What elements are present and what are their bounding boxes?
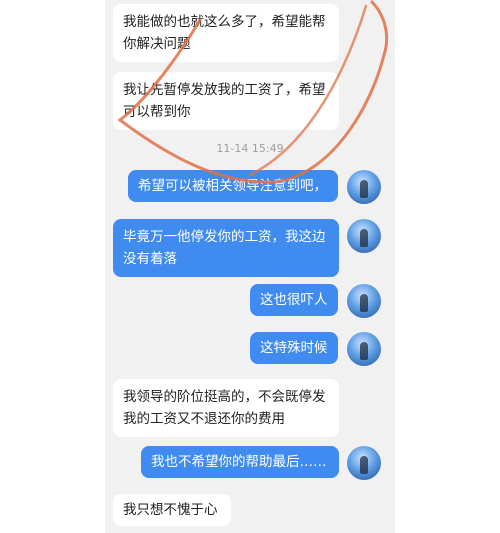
message-received: 我能做的也就这么多了，希望能帮你解决问题	[113, 4, 339, 62]
timestamp: 11-14 15:49	[216, 142, 284, 155]
avatar[interactable]	[347, 332, 381, 366]
message-received: 我领导的阶位挺高的，不会既停发我的工资又不退还你的费用	[113, 379, 339, 437]
avatar[interactable]	[347, 284, 381, 318]
message-received: 我只想不愧于心	[113, 494, 231, 526]
message-received: 我让先暂停发放我的工资了，希望可以帮到你	[113, 72, 339, 130]
message-sent: 这也很吓人	[250, 284, 338, 316]
message-sent: 毕竟万一他停发你的工资，我这边没有着落	[113, 219, 339, 277]
avatar[interactable]	[347, 446, 381, 480]
avatar[interactable]	[347, 219, 381, 253]
message-sent: 这特殊时候	[250, 332, 338, 364]
avatar[interactable]	[347, 170, 381, 204]
message-sent: 希望可以被相关领导注意到吧，	[128, 170, 338, 202]
message-sent: 我也不希望你的帮助最后……	[141, 446, 339, 478]
